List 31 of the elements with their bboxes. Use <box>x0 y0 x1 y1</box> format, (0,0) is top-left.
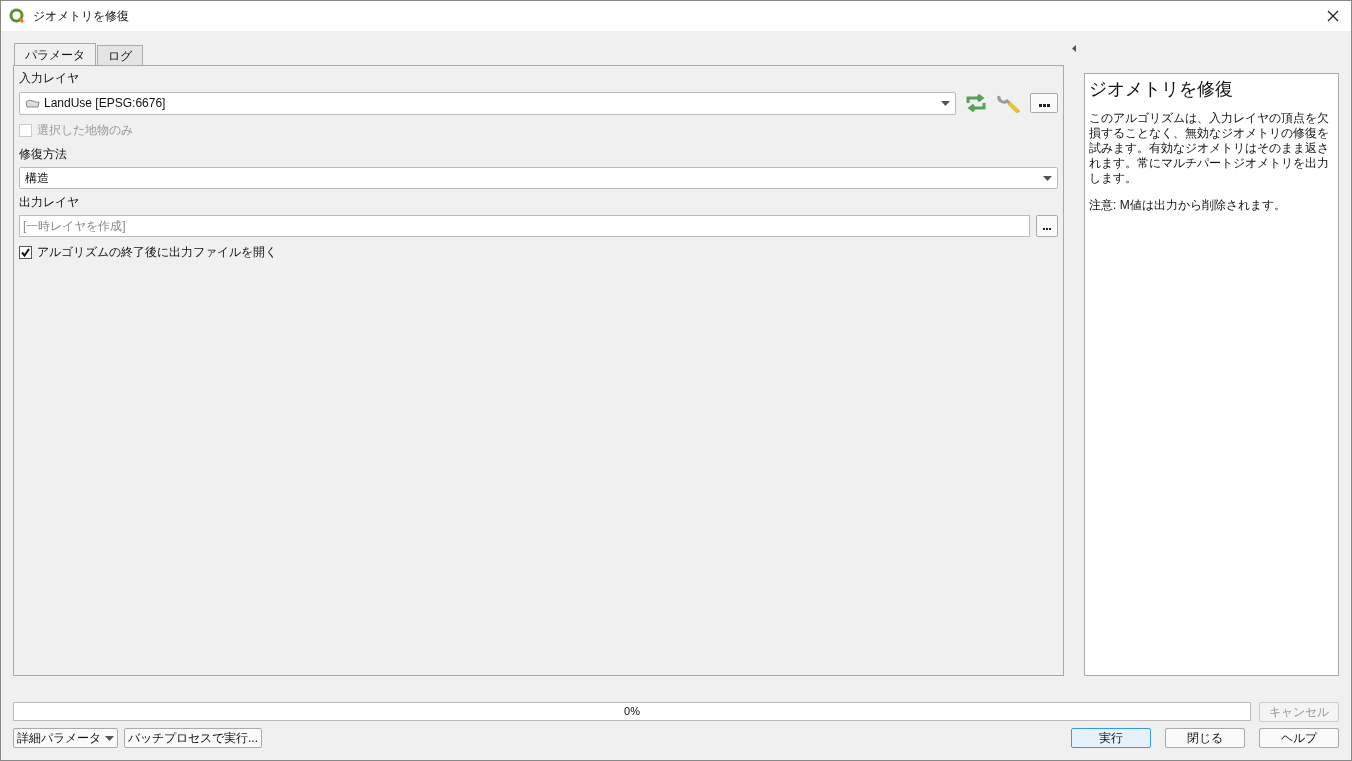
dropdown-arrow-icon <box>941 100 951 106</box>
close-icon[interactable] <box>1327 10 1339 22</box>
dialog-button[interactable]: ヘルプ <box>1259 728 1339 748</box>
method-dropdown[interactable]: 構造 <box>19 167 1059 189</box>
field-label: 入力レイヤ <box>19 70 80 87</box>
help-text: このアルゴリズムは、入力レイヤの頂点を欠損することなく、無効なジオメトリの修復を試みます。有効なジオメトリはそのまま返されます。常にマルチパートジオメトリを出力します。 <box>1089 111 1331 186</box>
dialog-button[interactable]: 閉じる <box>1165 728 1245 748</box>
browse-button[interactable] <box>1036 215 1059 237</box>
tab[interactable]: ログ <box>97 45 143 65</box>
polygon-layer-icon <box>25 98 40 108</box>
menu-button[interactable]: 詳細パラメータ <box>13 728 118 748</box>
checkbox-label: アルゴリズムの終了後に出力ファイルを開く <box>37 244 277 261</box>
help-title: ジオメトリを修復 <box>1089 78 1235 101</box>
app-logo-icon <box>9 8 25 24</box>
collapse-arrow-icon[interactable] <box>1072 45 1077 52</box>
field-label: 修復方法 <box>19 146 68 163</box>
batch-button[interactable]: バッチプロセスで実行... <box>124 728 262 748</box>
tab[interactable]: パラメータ <box>14 43 96 65</box>
dropdown-arrow-icon <box>105 735 114 741</box>
field-label: 出力レイヤ <box>19 194 80 211</box>
refresh-icon[interactable] <box>964 93 989 113</box>
progress-reading: 0% <box>624 704 640 720</box>
help-text: 注意: M値は出力から削除されます。 <box>1089 198 1287 213</box>
dialog-button[interactable]: 実行 <box>1071 728 1151 748</box>
output-layer-field[interactable]: [一時レイヤを作成] <box>19 215 1031 237</box>
window-title: ジオメトリを修復 <box>33 8 129 25</box>
more-options-button[interactable] <box>1030 93 1059 113</box>
checkbox[interactable] <box>19 245 32 259</box>
dropdown-arrow-icon <box>1043 175 1053 181</box>
checkbox-label: 選択した地物のみ <box>37 122 133 139</box>
layer-dropdown[interactable]: LandUse [EPSG:6676] <box>19 91 957 115</box>
